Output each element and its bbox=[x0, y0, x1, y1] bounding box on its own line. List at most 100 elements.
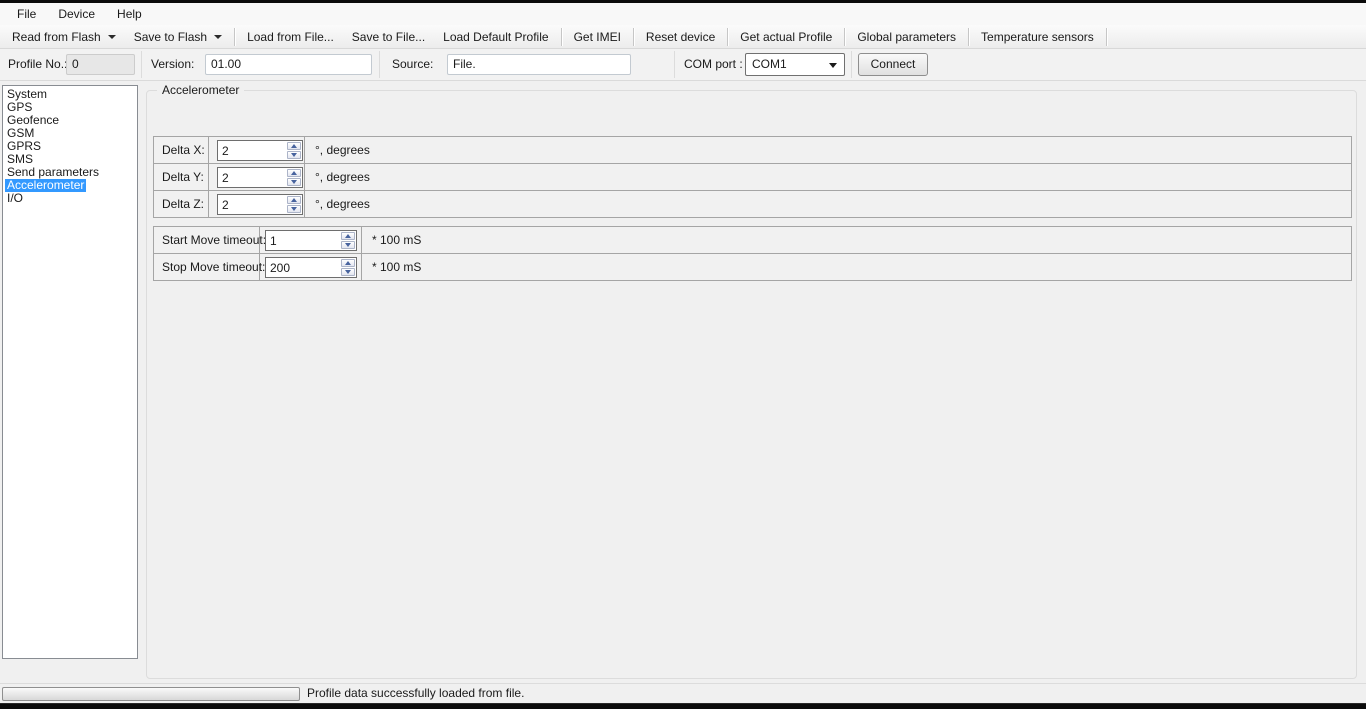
spinner-up-button[interactable] bbox=[287, 142, 301, 150]
status-bar: Profile data successfully loaded from fi… bbox=[0, 683, 1366, 703]
delta-y-spinner[interactable]: 2 bbox=[217, 167, 303, 188]
toolbar-separator bbox=[234, 28, 235, 46]
toolbar-save-to-file-button[interactable]: Save to File... bbox=[343, 26, 434, 48]
start-move-timeout-label: Start Move timeout: bbox=[154, 227, 260, 253]
spinner-buttons bbox=[286, 168, 302, 187]
spinner-down-button[interactable] bbox=[341, 268, 355, 276]
toolbar-button-label: Load Default Profile bbox=[443, 30, 548, 44]
settings-separator bbox=[674, 51, 675, 78]
start-move-timeout-input[interactable]: 1 bbox=[266, 231, 340, 250]
source-field[interactable]: File. bbox=[447, 54, 631, 75]
toolbar-load-from-file-button[interactable]: Load from File... bbox=[238, 26, 343, 48]
delta-z-spinner[interactable]: 2 bbox=[217, 194, 303, 215]
toolbar-button-label: Get actual Profile bbox=[740, 30, 832, 44]
com-port-value: COM1 bbox=[752, 57, 787, 71]
toolbar-separator bbox=[1106, 28, 1107, 46]
toolbar-button-label: Temperature sensors bbox=[981, 30, 1094, 44]
spinner-buttons bbox=[340, 258, 356, 277]
dropdown-caret-icon bbox=[214, 35, 222, 39]
stop-move-timeout-row: Stop Move timeout: 200 * 100 mS bbox=[153, 253, 1352, 281]
spinner-down-button[interactable] bbox=[287, 178, 301, 186]
spinner-down-button[interactable] bbox=[341, 241, 355, 249]
spinner-cell: 2 bbox=[209, 137, 305, 163]
settings-separator bbox=[851, 51, 852, 78]
category-listbox[interactable]: System GPS Geofence GSM GPRS SMS Send pa… bbox=[2, 85, 138, 659]
stop-move-timeout-input[interactable]: 200 bbox=[266, 258, 340, 277]
spinner-cell: 200 bbox=[260, 254, 362, 280]
toolbar-temperature-sensors-button[interactable]: Temperature sensors bbox=[972, 26, 1103, 48]
toolbar-button-label: Load from File... bbox=[247, 30, 334, 44]
stop-move-timeout-spinner[interactable]: 200 bbox=[265, 257, 357, 278]
groupbox-title: Accelerometer bbox=[157, 83, 244, 97]
sidebar-item-io[interactable]: I/O bbox=[3, 192, 137, 205]
com-port-select[interactable]: COM1 bbox=[745, 53, 845, 76]
toolbar: Read from Flash Save to Flash Load from … bbox=[0, 25, 1366, 49]
toolbar-separator bbox=[968, 28, 969, 46]
progress-bar bbox=[2, 687, 300, 701]
spinner-buttons bbox=[286, 141, 302, 160]
delta-x-spinner[interactable]: 2 bbox=[217, 140, 303, 161]
spinner-up-button[interactable] bbox=[341, 232, 355, 240]
toolbar-reset-device-button[interactable]: Reset device bbox=[637, 26, 724, 48]
delta-y-input[interactable]: 2 bbox=[218, 168, 286, 187]
menu-file[interactable]: File bbox=[6, 4, 47, 24]
delta-y-row: Delta Y: 2 °, degrees bbox=[153, 163, 1352, 191]
start-move-timeout-row: Start Move timeout: 1 * 100 mS bbox=[153, 226, 1352, 254]
status-message: Profile data successfully loaded from fi… bbox=[307, 684, 524, 702]
delta-z-label: Delta Z: bbox=[154, 191, 209, 217]
delta-z-unit: °, degrees bbox=[305, 191, 370, 217]
toolbar-global-parameters-button[interactable]: Global parameters bbox=[848, 26, 965, 48]
connect-button[interactable]: Connect bbox=[858, 53, 928, 76]
toolbar-button-label: Global parameters bbox=[857, 30, 956, 44]
toolbar-button-label: Read from Flash bbox=[12, 30, 101, 44]
settings-separator bbox=[379, 51, 380, 78]
delta-x-input[interactable]: 2 bbox=[218, 141, 286, 160]
timeout-rows-block: Start Move timeout: 1 * 100 mS Stop bbox=[153, 226, 1352, 281]
spinner-down-button[interactable] bbox=[287, 205, 301, 213]
menu-help[interactable]: Help bbox=[106, 4, 153, 24]
com-port-label: COM port : bbox=[684, 49, 743, 79]
spinner-up-button[interactable] bbox=[287, 196, 301, 204]
stop-move-timeout-label: Stop Move timeout: bbox=[154, 254, 260, 280]
toolbar-load-default-profile-button[interactable]: Load Default Profile bbox=[434, 26, 557, 48]
version-field[interactable]: 01.00 bbox=[205, 54, 372, 75]
version-label: Version: bbox=[151, 49, 194, 79]
triangle-down-icon bbox=[291, 153, 297, 157]
dropdown-caret-icon bbox=[108, 35, 116, 39]
delta-y-unit: °, degrees bbox=[305, 164, 370, 190]
toolbar-separator bbox=[727, 28, 728, 46]
start-move-timeout-spinner[interactable]: 1 bbox=[265, 230, 357, 251]
stop-move-timeout-unit: * 100 mS bbox=[362, 254, 421, 280]
sidebar-item-label: I/O bbox=[5, 192, 25, 205]
triangle-down-icon bbox=[345, 243, 351, 247]
toolbar-get-actual-profile-button[interactable]: Get actual Profile bbox=[731, 26, 841, 48]
toolbar-read-from-flash-button[interactable]: Read from Flash bbox=[3, 26, 125, 48]
triangle-up-icon bbox=[291, 144, 297, 148]
menu-bar: File Device Help bbox=[0, 3, 1366, 25]
toolbar-separator bbox=[633, 28, 634, 46]
app-window: File Device Help Read from Flash Save to… bbox=[0, 0, 1366, 709]
toolbar-separator bbox=[844, 28, 845, 46]
triangle-up-icon bbox=[345, 234, 351, 238]
delta-x-label: Delta X: bbox=[154, 137, 209, 163]
triangle-down-icon bbox=[291, 207, 297, 211]
sidebar-item-accelerometer[interactable]: Accelerometer bbox=[3, 179, 137, 192]
toolbar-save-to-flash-button[interactable]: Save to Flash bbox=[125, 26, 231, 48]
triangle-up-icon bbox=[291, 171, 297, 175]
spinner-down-button[interactable] bbox=[287, 151, 301, 159]
spinner-up-button[interactable] bbox=[287, 169, 301, 177]
toolbar-button-label: Reset device bbox=[646, 30, 715, 44]
profile-no-label: Profile No.: bbox=[8, 49, 67, 79]
menu-device[interactable]: Device bbox=[47, 4, 106, 24]
connection-settings-bar: Profile No.: 0 Version: 01.00 Source: Fi… bbox=[0, 49, 1366, 81]
toolbar-separator bbox=[561, 28, 562, 46]
combo-caret-icon bbox=[829, 63, 837, 68]
start-move-timeout-unit: * 100 mS bbox=[362, 227, 421, 253]
spinner-up-button[interactable] bbox=[341, 259, 355, 267]
taskbar-edge bbox=[0, 703, 1366, 709]
delta-y-label: Delta Y: bbox=[154, 164, 209, 190]
delta-z-input[interactable]: 2 bbox=[218, 195, 286, 214]
spinner-cell: 2 bbox=[209, 191, 305, 217]
toolbar-get-imei-button[interactable]: Get IMEI bbox=[565, 26, 630, 48]
delta-x-unit: °, degrees bbox=[305, 137, 370, 163]
